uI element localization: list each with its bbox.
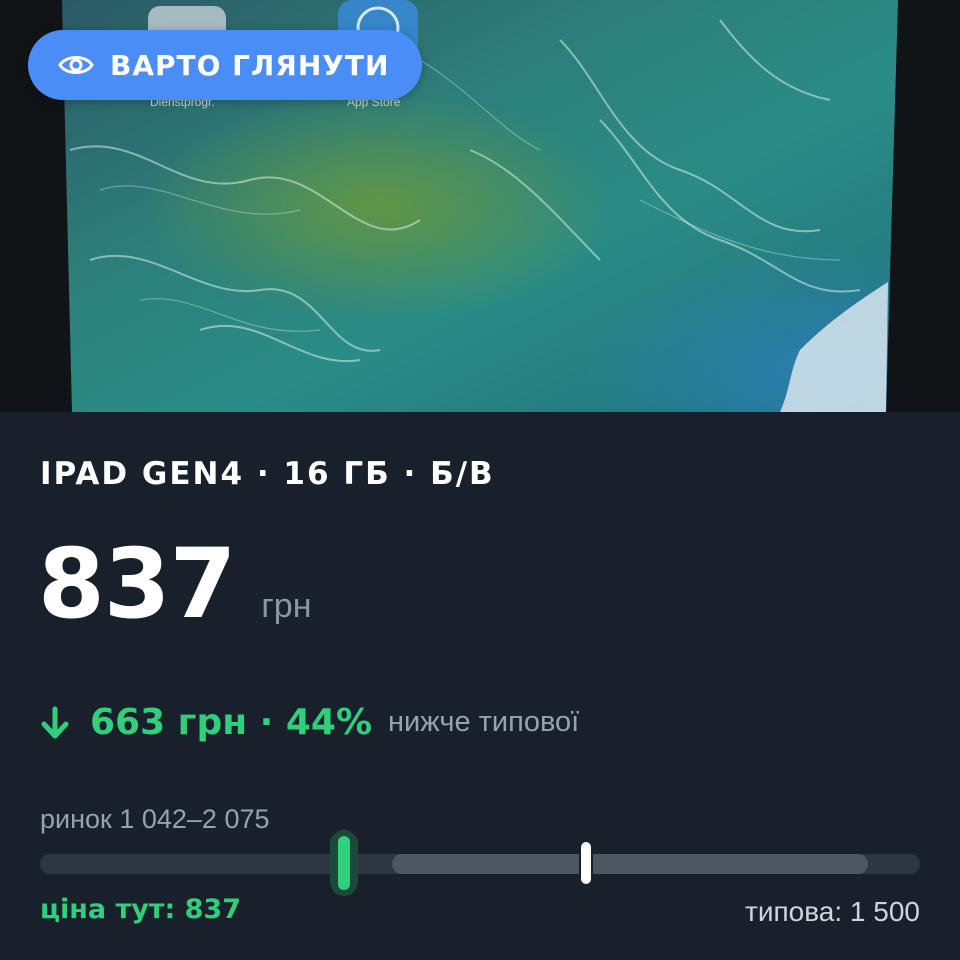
- current-price-marker: [330, 830, 358, 896]
- price-scale: [40, 830, 920, 896]
- eye-icon: [58, 52, 94, 78]
- difference-note: нижче типової: [388, 706, 580, 738]
- price-currency: грн: [261, 587, 312, 625]
- listing-panel: IPAD GEN4 · 16 ГБ · Б/В 837 грн 663 грн …: [0, 412, 960, 960]
- badge-label: ВАРТО ГЛЯНУТИ: [110, 48, 390, 82]
- market-range-label: ринок 1 042–2 075: [40, 804, 270, 834]
- market-range-bar: [392, 854, 868, 874]
- arrow-down-icon: [40, 706, 70, 740]
- difference-value: 663 грн · 44%: [90, 702, 373, 743]
- price-difference: 663 грн · 44% нижче типової: [40, 702, 579, 743]
- typical-price-label: типова: 1 500: [745, 896, 920, 927]
- current-price-label: ціна тут: 837: [40, 894, 241, 925]
- typical-price-tick: [581, 842, 591, 884]
- listing-title: IPAD GEN4 · 16 ГБ · Б/В: [40, 456, 495, 492]
- current-price-marker-core: [338, 836, 350, 890]
- price-amount: 837: [38, 528, 236, 640]
- price-block: 837 грн: [38, 536, 311, 632]
- worth-a-look-badge: ВАРТО ГЛЯНУТИ: [28, 30, 422, 100]
